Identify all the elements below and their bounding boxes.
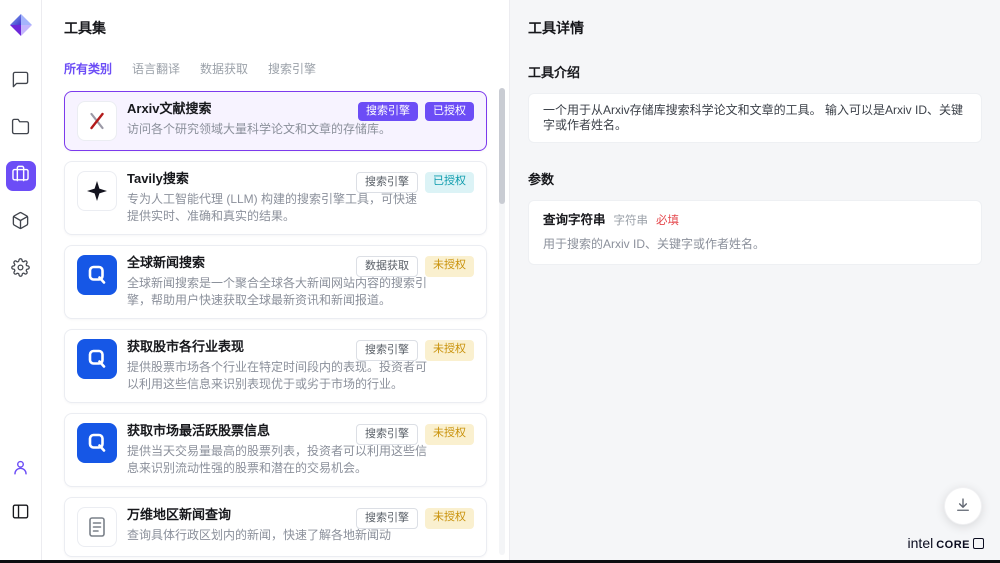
intro-section-title: 工具介绍 (528, 62, 982, 81)
category-badge: 数据获取 (356, 256, 418, 277)
tool-description: 专为人工智能代理 (LLM) 构建的搜索引擎工具，可快速提供实时、准确和真实的结… (127, 191, 427, 225)
sidebar-item-collapse[interactable] (6, 499, 36, 529)
download-icon (954, 496, 972, 517)
intel-core-logo: intel CORE (908, 535, 984, 551)
chat-icon (11, 70, 30, 94)
tab-search-engine[interactable]: 搜索引擎 (268, 60, 316, 77)
sidebar-item-plugins[interactable] (6, 208, 36, 238)
tool-description: 提供当天交易量最高的股票列表，投资者可以利用这些信息来识别流动性强的股票和潜在的… (127, 443, 427, 477)
tool-detail-panel: 工具详情 工具介绍 一个用于从Arxiv存储库搜索科学论文和文章的工具。 输入可… (510, 0, 1000, 563)
tool-description: 提供股票市场各个行业在特定时间段内的表现。投资者可以利用这些信息来识别表现优于或… (127, 359, 427, 393)
tool-description: 访问各个研究领域大量科学论文和文章的存储库。 (127, 121, 391, 138)
param-name: 查询字符串 (543, 213, 606, 228)
tab-data-fetching[interactable]: 数据获取 (200, 60, 248, 77)
category-badge: 搜索引擎 (356, 172, 418, 193)
layout-icon (11, 502, 30, 526)
tool-intro-text: 一个用于从Arxiv存储库搜索科学论文和文章的工具。 输入可以是Arxiv ID… (528, 93, 982, 143)
package-icon (11, 211, 30, 235)
status-badge: 未授权 (425, 508, 474, 529)
q-logo-icon (77, 339, 117, 379)
app-window: 工具集 所有类别 语言翻译 数据获取 搜索引擎 Arxiv文献搜索 访问各个研究… (0, 0, 1000, 563)
category-badge: 搜索引擎 (356, 424, 418, 445)
status-badge: 未授权 (425, 256, 474, 277)
category-badge: 搜索引擎 (356, 340, 418, 361)
param-type: 字符串 (614, 214, 649, 229)
scrollbar-track (499, 88, 505, 555)
scrollbar-thumb[interactable] (499, 88, 505, 204)
tab-language-translation[interactable]: 语言翻译 (132, 60, 180, 77)
q-logo-icon (77, 255, 117, 295)
tool-card-regional-news[interactable]: 万维地区新闻查询 查询具体行政区划内的新闻，快速了解各地新闻动 搜索引擎 未授权 (64, 497, 487, 557)
news-doc-icon (77, 507, 117, 547)
sidebar-item-files[interactable] (6, 114, 36, 144)
sidebar-item-user[interactable] (6, 455, 36, 485)
arxiv-logo-icon (77, 101, 117, 141)
status-badge: 未授权 (425, 340, 474, 361)
parameter-card: 查询字符串 字符串 必填 用于搜索的Arxiv ID、关键字或作者姓名。 (528, 200, 982, 265)
download-button[interactable] (944, 487, 982, 525)
sidebar-item-tools[interactable] (6, 161, 36, 191)
sidebar-item-settings[interactable] (6, 255, 36, 285)
intel-logo-text: intel (908, 535, 934, 551)
folder-icon (11, 117, 30, 141)
briefcase-icon (11, 164, 30, 188)
tool-description: 查询具体行政区划内的新闻，快速了解各地新闻动 (127, 527, 391, 544)
tool-card-list: Arxiv文献搜索 访问各个研究领域大量科学论文和文章的存储库。 搜索引擎 已授… (64, 91, 487, 557)
tool-card-tavily[interactable]: Tavily搜索 专为人工智能代理 (LLM) 构建的搜索引擎工具，可快速提供实… (64, 161, 487, 235)
status-badge: 未授权 (425, 424, 474, 445)
tool-card-arxiv[interactable]: Arxiv文献搜索 访问各个研究领域大量科学论文和文章的存储库。 搜索引擎 已授… (64, 91, 487, 151)
tool-description: 全球新闻搜索是一个聚合全球各大新闻网站内容的搜索引擎，帮助用户快速获取全球最新资… (127, 275, 427, 309)
gear-icon (11, 258, 30, 282)
param-description: 用于搜索的Arxiv ID、关键字或作者姓名。 (543, 237, 967, 252)
sidebar-item-chat[interactable] (6, 67, 36, 97)
page-title: 工具集 (64, 18, 487, 38)
params-section-title: 参数 (528, 169, 982, 188)
q-logo-icon (77, 423, 117, 463)
param-required-badge: 必填 (656, 214, 679, 229)
tavily-logo-icon (77, 171, 117, 211)
icon-rail (0, 0, 42, 563)
category-badge: 搜索引擎 (358, 102, 418, 121)
category-tabs: 所有类别 语言翻译 数据获取 搜索引擎 (64, 60, 487, 77)
tab-all-categories[interactable]: 所有类别 (64, 60, 112, 77)
core-logo-text: CORE (936, 539, 970, 551)
status-badge: 已授权 (425, 102, 474, 121)
tool-card-most-active-stocks[interactable]: 获取市场最活跃股票信息 提供当天交易量最高的股票列表，投资者可以利用这些信息来识… (64, 413, 487, 487)
app-logo-icon (9, 13, 33, 37)
category-badge: 搜索引擎 (356, 508, 418, 529)
intel-badge-box (973, 538, 984, 549)
tool-card-sector-performance[interactable]: 获取股市各行业表现 提供股票市场各个行业在特定时间段内的表现。投资者可以利用这些… (64, 329, 487, 403)
tool-list-panel: 工具集 所有类别 语言翻译 数据获取 搜索引擎 Arxiv文献搜索 访问各个研究… (42, 0, 510, 563)
detail-title: 工具详情 (528, 18, 982, 38)
user-icon (11, 458, 30, 482)
status-badge: 已授权 (425, 172, 474, 193)
tool-card-global-news[interactable]: 全球新闻搜索 全球新闻搜索是一个聚合全球各大新闻网站内容的搜索引擎，帮助用户快速… (64, 245, 487, 319)
